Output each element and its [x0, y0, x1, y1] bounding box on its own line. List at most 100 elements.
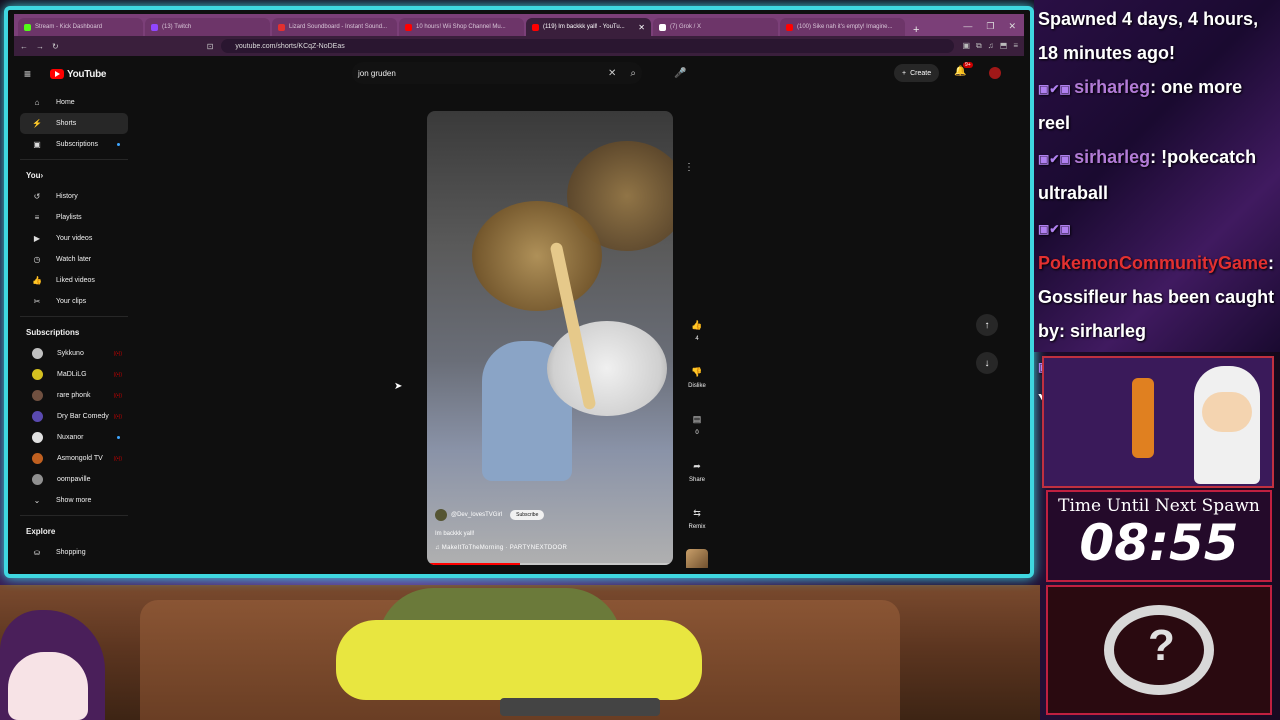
- chat-badges-icon: ▣✔▣: [1038, 82, 1075, 96]
- short-sound[interactable]: ♫ MakeItToTheMorning · PARTYNEXTDOOR: [435, 545, 567, 551]
- forward-icon[interactable]: →: [36, 42, 44, 51]
- video-progress-bar[interactable]: [427, 563, 673, 565]
- sidebar-item-label: Home: [56, 99, 75, 106]
- shorts-icon: ⚡: [32, 119, 42, 128]
- tab-label: (100) Sike nah it's empty! Imagine...: [797, 24, 893, 30]
- account-avatar[interactable]: [989, 67, 1001, 79]
- thumbs-up-icon[interactable]: 👍: [686, 314, 708, 336]
- sidebar-item-history[interactable]: ↺ History: [20, 186, 128, 207]
- mouse-cursor-icon: ➤: [394, 381, 403, 392]
- liked-videos-icon: 👍: [32, 276, 42, 285]
- shorts-video-player[interactable]: @Dev_lovesTVGirl Subscribe Im backkk yal…: [427, 111, 673, 565]
- live-indicator-icon: ((•)): [113, 392, 122, 399]
- extension-icon[interactable]: ▣: [962, 41, 970, 51]
- channel-name: MaDLiLG: [57, 371, 87, 378]
- browser-tab[interactable]: (100) Sike nah it's empty! Imagine...: [780, 18, 905, 36]
- sidebar-item-subscriptions[interactable]: ▣ Subscriptions: [20, 134, 128, 155]
- next-short-button[interactable]: ↓: [976, 352, 998, 374]
- extension-icon[interactable]: ♫: [988, 41, 994, 51]
- create-button[interactable]: + Create: [894, 64, 940, 82]
- window-controls: — ❐ ✕: [955, 21, 1024, 36]
- sidebar-channel[interactable]: Sykkuno ((•)): [20, 343, 128, 364]
- previous-short-button[interactable]: ↑: [976, 314, 998, 336]
- stream-chat-overlay: Spawned 4 days, 4 hours, 18 minutes ago!…: [1034, 0, 1280, 411]
- browser-tab[interactable]: (119) Im backkk yall! - YouTu... ✕: [526, 18, 651, 36]
- sidebar-item-label: Playlists: [56, 214, 82, 221]
- sidebar-item-home[interactable]: ⌂ Home: [20, 92, 128, 113]
- comments-action[interactable]: ▤ 0: [686, 408, 708, 455]
- short-title: Im backkk yall!: [435, 531, 475, 537]
- sidebar-subscriptions-heading: Subscriptions: [26, 327, 80, 337]
- youtube-logo[interactable]: YouTube: [50, 69, 107, 80]
- tab-favicon-icon: [24, 23, 31, 31]
- channel-name: Nuxanor: [57, 434, 84, 441]
- bookmark-icon[interactable]: ⊡: [207, 42, 214, 51]
- subscribe-button[interactable]: Subscribe: [510, 510, 545, 520]
- menu-icon[interactable]: ≡: [1013, 41, 1018, 51]
- close-tab-icon[interactable]: ✕: [638, 23, 645, 32]
- microphone-icon[interactable]: 🎤: [674, 68, 686, 79]
- tab-label: (13) Twitch: [162, 24, 192, 30]
- tab-label: (7) Grok / X: [670, 24, 702, 30]
- sidebar-channel[interactable]: Dry Bar Comedy ((•)): [20, 406, 128, 427]
- like-action[interactable]: 👍 4: [686, 314, 708, 361]
- browser-tab[interactable]: (7) Grok / X: [653, 18, 778, 36]
- masthead: ≡ YouTube jon gruden ✕ ⌕ 🎤 + Create 🔔 9+: [14, 56, 1024, 92]
- sidebar-item-your-videos[interactable]: ▶ Your videos: [20, 228, 128, 249]
- channel-name: Dry Bar Comedy: [57, 413, 109, 420]
- sidebar-channel[interactable]: MaDLiLG ((•)): [20, 364, 128, 385]
- sidebar-item-your-clips[interactable]: ✂ Your clips: [20, 291, 128, 312]
- share-action[interactable]: ➦ Share: [686, 455, 708, 502]
- sidebar-channel[interactable]: Nuxanor: [20, 427, 128, 448]
- close-window-icon[interactable]: ✕: [1008, 21, 1016, 32]
- tab-bar: Stream - Kick Dashboard (13) Twitch Lizard…: [14, 14, 1024, 36]
- sidebar-you-heading[interactable]: You ›: [14, 164, 134, 186]
- channel-name: Sykkuno: [57, 350, 84, 357]
- show-more-button[interactable]: ⌄ Show more: [20, 490, 128, 511]
- reload-icon[interactable]: ↻: [52, 42, 59, 51]
- search-box[interactable]: jon gruden ✕ ⌕: [352, 62, 642, 84]
- remix-action[interactable]: ⇆ Remix: [686, 502, 708, 549]
- comment-icon[interactable]: ▤: [686, 408, 708, 430]
- sidebar-divider: [20, 159, 128, 160]
- sidebar-item-playlists[interactable]: ≡ Playlists: [20, 207, 128, 228]
- address-bar: ← → ↻ ⊡ youtube.com/shorts/KCqZ-NoDEas ▣…: [14, 36, 1024, 56]
- share-icon[interactable]: ➦: [686, 455, 708, 477]
- extension-icon[interactable]: ⬒: [1000, 41, 1008, 51]
- channel-name[interactable]: @Dev_lovesTVGirl: [451, 512, 502, 518]
- sidebar-item-label: Watch later: [56, 256, 92, 263]
- maximize-icon[interactable]: ❐: [986, 21, 994, 32]
- sidebar-channel[interactable]: rare phonk ((•)): [20, 385, 128, 406]
- sidebar-channel[interactable]: Asmongold TV ((•)): [20, 448, 128, 469]
- hamburger-menu-icon[interactable]: ≡: [24, 67, 44, 81]
- search-input[interactable]: jon gruden: [358, 69, 608, 78]
- browser-tab[interactable]: 10 hours! Wii Shop Channel Mu...: [399, 18, 524, 36]
- sidebar-channel[interactable]: oompaville: [20, 469, 128, 490]
- dislike-action[interactable]: 👎 Dislike: [686, 361, 708, 408]
- search-icon[interactable]: ⌕: [630, 68, 636, 79]
- sidebar-item-label: History: [56, 193, 78, 200]
- sidebar-item-liked-videos[interactable]: 👍 Liked videos: [20, 270, 128, 291]
- extension-icon[interactable]: ⧉: [976, 41, 982, 51]
- minimize-icon[interactable]: —: [963, 21, 972, 32]
- thumbs-down-icon[interactable]: 👎: [686, 361, 708, 383]
- remix-icon[interactable]: ⇆: [686, 502, 708, 524]
- clear-search-icon[interactable]: ✕: [608, 68, 616, 79]
- new-tab-button[interactable]: +: [907, 24, 925, 36]
- browser-tab[interactable]: Stream - Kick Dashboard: [18, 18, 143, 36]
- sidebar-item-label: Liked videos: [56, 277, 95, 284]
- browser-tab[interactable]: Lizard Soundboard - Instant Sound...: [272, 18, 397, 36]
- sidebar-item-shorts[interactable]: ⚡ Shorts: [20, 113, 128, 134]
- section-heading: You: [26, 170, 41, 180]
- back-icon[interactable]: ←: [20, 42, 28, 51]
- sidebar-item-watch-later[interactable]: ◷ Watch later: [20, 249, 128, 270]
- more-options-icon[interactable]: ⋮: [684, 162, 694, 173]
- url-field[interactable]: youtube.com/shorts/KCqZ-NoDEas: [221, 39, 955, 53]
- browser-tab[interactable]: (13) Twitch: [145, 18, 270, 36]
- channel-avatar[interactable]: [435, 509, 447, 521]
- tab-favicon-icon: [405, 23, 412, 31]
- sound-thumbnail[interactable]: [686, 549, 708, 568]
- sidebar-item-label: Shopping: [56, 549, 86, 556]
- sidebar-item-shopping[interactable]: ⛀ Shopping: [20, 542, 128, 563]
- arrow-down-icon: ↓: [984, 357, 990, 369]
